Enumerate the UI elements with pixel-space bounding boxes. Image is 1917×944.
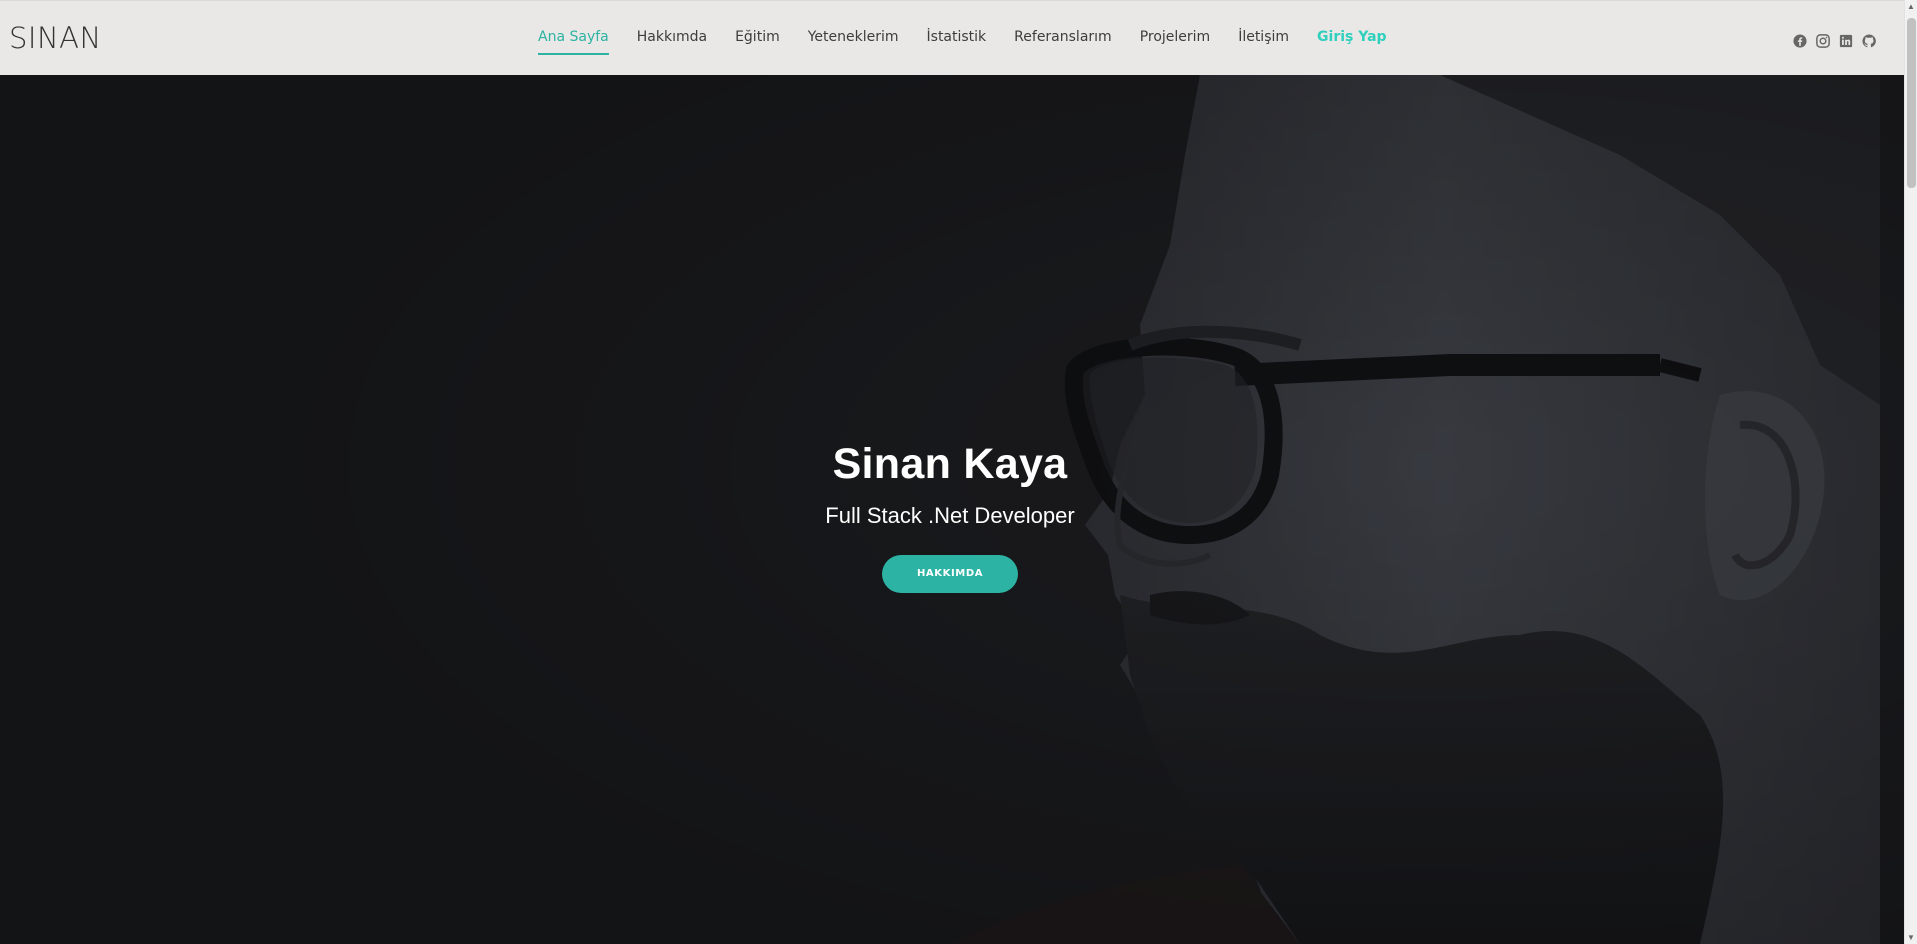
nav-item-ana-sayfa[interactable]: Ana Sayfa <box>538 29 609 55</box>
nav-item-egitim[interactable]: Eğitim <box>735 29 780 45</box>
main-nav: Ana Sayfa Hakkımda Eğitim Yeteneklerim İ… <box>538 29 1415 55</box>
nav-item-yeteneklerim[interactable]: Yeteneklerim <box>808 29 899 45</box>
hero-content: Sinan Kaya Full Stack .Net Developer HAK… <box>750 440 1150 593</box>
nav-item-istatistik[interactable]: İstatistik <box>927 29 987 45</box>
nav-item-hakkimda[interactable]: Hakkımda <box>637 29 707 45</box>
site-header: SINAN Ana Sayfa Hakkımda Eğitim Yetenekl… <box>0 0 1904 75</box>
nav-item-iletisim[interactable]: İletişim <box>1238 29 1289 45</box>
facebook-icon[interactable] <box>1793 34 1807 48</box>
hero-section: Sinan Kaya Full Stack .Net Developer HAK… <box>0 75 1904 944</box>
nav-item-referanslarim[interactable]: Referanslarım <box>1014 29 1112 45</box>
nav-item-giris-yap[interactable]: Giriş Yap <box>1317 29 1387 45</box>
scroll-up-arrow-icon[interactable]: ▲ <box>1907 2 1915 11</box>
social-links <box>1793 34 1876 48</box>
page: SINAN Ana Sayfa Hakkımda Eğitim Yetenekl… <box>0 0 1917 944</box>
page-scrollbar[interactable]: ▲ ▼ <box>1904 0 1917 944</box>
site-logo[interactable]: SINAN <box>9 21 102 55</box>
instagram-icon[interactable] <box>1816 34 1830 48</box>
scroll-down-arrow-icon[interactable]: ▼ <box>1907 933 1915 942</box>
hero-role: Full Stack .Net Developer <box>825 503 1075 528</box>
hero-name: Sinan Kaya <box>832 440 1068 488</box>
scroll-thumb[interactable] <box>1907 18 1916 188</box>
github-icon[interactable] <box>1862 34 1876 48</box>
linkedin-icon[interactable] <box>1839 34 1853 48</box>
nav-item-projelerim[interactable]: Projelerim <box>1140 29 1211 45</box>
hakkimda-button[interactable]: HAKKIMDA <box>882 555 1018 593</box>
